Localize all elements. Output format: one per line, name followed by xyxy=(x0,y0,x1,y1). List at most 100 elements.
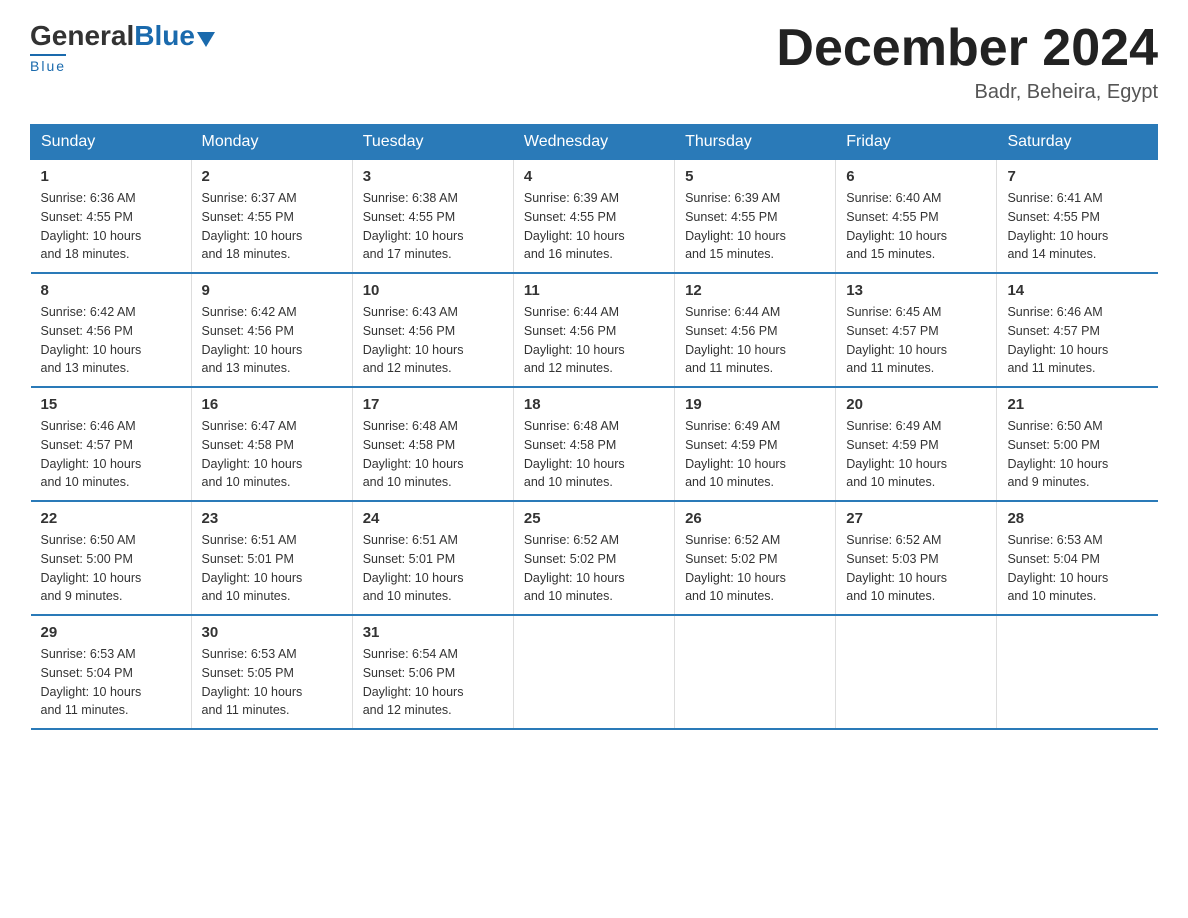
calendar-cell: 25 Sunrise: 6:52 AM Sunset: 5:02 PM Dayl… xyxy=(513,501,674,615)
day-info: Sunrise: 6:43 AM Sunset: 4:56 PM Dayligh… xyxy=(363,303,503,378)
day-number: 11 xyxy=(524,282,664,299)
calendar-cell: 13 Sunrise: 6:45 AM Sunset: 4:57 PM Dayl… xyxy=(836,273,997,387)
calendar-cell: 21 Sunrise: 6:50 AM Sunset: 5:00 PM Dayl… xyxy=(997,387,1158,501)
day-number: 19 xyxy=(685,396,825,413)
header-thursday: Thursday xyxy=(675,125,836,160)
day-number: 21 xyxy=(1007,396,1147,413)
day-number: 24 xyxy=(363,510,503,527)
header-tuesday: Tuesday xyxy=(352,125,513,160)
day-number: 25 xyxy=(524,510,664,527)
calendar-cell: 11 Sunrise: 6:44 AM Sunset: 4:56 PM Dayl… xyxy=(513,273,674,387)
day-number: 31 xyxy=(363,624,503,641)
day-info: Sunrise: 6:38 AM Sunset: 4:55 PM Dayligh… xyxy=(363,189,503,264)
day-info: Sunrise: 6:52 AM Sunset: 5:02 PM Dayligh… xyxy=(524,531,664,606)
calendar-cell: 6 Sunrise: 6:40 AM Sunset: 4:55 PM Dayli… xyxy=(836,160,997,274)
calendar-cell: 23 Sunrise: 6:51 AM Sunset: 5:01 PM Dayl… xyxy=(191,501,352,615)
day-info: Sunrise: 6:50 AM Sunset: 5:00 PM Dayligh… xyxy=(41,531,181,606)
day-number: 2 xyxy=(202,168,342,185)
day-number: 3 xyxy=(363,168,503,185)
calendar-cell: 1 Sunrise: 6:36 AM Sunset: 4:55 PM Dayli… xyxy=(31,160,192,274)
calendar-cell xyxy=(513,615,674,729)
day-info: Sunrise: 6:50 AM Sunset: 5:00 PM Dayligh… xyxy=(1007,417,1147,492)
day-number: 27 xyxy=(846,510,986,527)
day-info: Sunrise: 6:42 AM Sunset: 4:56 PM Dayligh… xyxy=(202,303,342,378)
header-sunday: Sunday xyxy=(31,125,192,160)
calendar-cell: 3 Sunrise: 6:38 AM Sunset: 4:55 PM Dayli… xyxy=(352,160,513,274)
day-info: Sunrise: 6:53 AM Sunset: 5:04 PM Dayligh… xyxy=(41,645,181,720)
calendar-cell: 22 Sunrise: 6:50 AM Sunset: 5:00 PM Dayl… xyxy=(31,501,192,615)
day-number: 12 xyxy=(685,282,825,299)
calendar-cell: 10 Sunrise: 6:43 AM Sunset: 4:56 PM Dayl… xyxy=(352,273,513,387)
calendar-cell: 17 Sunrise: 6:48 AM Sunset: 4:58 PM Dayl… xyxy=(352,387,513,501)
calendar-cell: 18 Sunrise: 6:48 AM Sunset: 4:58 PM Dayl… xyxy=(513,387,674,501)
calendar-cell: 8 Sunrise: 6:42 AM Sunset: 4:56 PM Dayli… xyxy=(31,273,192,387)
calendar-cell: 14 Sunrise: 6:46 AM Sunset: 4:57 PM Dayl… xyxy=(997,273,1158,387)
day-number: 6 xyxy=(846,168,986,185)
calendar-cell: 9 Sunrise: 6:42 AM Sunset: 4:56 PM Dayli… xyxy=(191,273,352,387)
day-info: Sunrise: 6:39 AM Sunset: 4:55 PM Dayligh… xyxy=(685,189,825,264)
calendar-cell: 16 Sunrise: 6:47 AM Sunset: 4:58 PM Dayl… xyxy=(191,387,352,501)
day-info: Sunrise: 6:52 AM Sunset: 5:02 PM Dayligh… xyxy=(685,531,825,606)
day-number: 16 xyxy=(202,396,342,413)
calendar-cell: 20 Sunrise: 6:49 AM Sunset: 4:59 PM Dayl… xyxy=(836,387,997,501)
header-wednesday: Wednesday xyxy=(513,125,674,160)
day-info: Sunrise: 6:44 AM Sunset: 4:56 PM Dayligh… xyxy=(524,303,664,378)
day-info: Sunrise: 6:51 AM Sunset: 5:01 PM Dayligh… xyxy=(363,531,503,606)
day-number: 14 xyxy=(1007,282,1147,299)
day-number: 15 xyxy=(41,396,181,413)
day-number: 10 xyxy=(363,282,503,299)
calendar-cell xyxy=(836,615,997,729)
calendar-cell: 30 Sunrise: 6:53 AM Sunset: 5:05 PM Dayl… xyxy=(191,615,352,729)
calendar-cell: 12 Sunrise: 6:44 AM Sunset: 4:56 PM Dayl… xyxy=(675,273,836,387)
day-number: 18 xyxy=(524,396,664,413)
day-number: 17 xyxy=(363,396,503,413)
day-info: Sunrise: 6:37 AM Sunset: 4:55 PM Dayligh… xyxy=(202,189,342,264)
day-number: 28 xyxy=(1007,510,1147,527)
calendar-cell: 27 Sunrise: 6:52 AM Sunset: 5:03 PM Dayl… xyxy=(836,501,997,615)
header-monday: Monday xyxy=(191,125,352,160)
month-title: December 2024 xyxy=(776,20,1158,77)
day-number: 13 xyxy=(846,282,986,299)
day-number: 7 xyxy=(1007,168,1147,185)
day-number: 8 xyxy=(41,282,181,299)
day-number: 22 xyxy=(41,510,181,527)
logo-blue-text: Blue xyxy=(134,20,195,52)
day-info: Sunrise: 6:53 AM Sunset: 5:04 PM Dayligh… xyxy=(1007,531,1147,606)
week-row-3: 15 Sunrise: 6:46 AM Sunset: 4:57 PM Dayl… xyxy=(31,387,1158,501)
calendar-cell: 7 Sunrise: 6:41 AM Sunset: 4:55 PM Dayli… xyxy=(997,160,1158,274)
title-area: December 2024 Badr, Beheira, Egypt xyxy=(776,20,1158,104)
page-header: General Blue Blue December 2024 Badr, Be… xyxy=(30,20,1158,104)
day-info: Sunrise: 6:41 AM Sunset: 4:55 PM Dayligh… xyxy=(1007,189,1147,264)
day-number: 30 xyxy=(202,624,342,641)
calendar-cell: 19 Sunrise: 6:49 AM Sunset: 4:59 PM Dayl… xyxy=(675,387,836,501)
day-number: 4 xyxy=(524,168,664,185)
day-number: 20 xyxy=(846,396,986,413)
day-info: Sunrise: 6:48 AM Sunset: 4:58 PM Dayligh… xyxy=(363,417,503,492)
day-info: Sunrise: 6:53 AM Sunset: 5:05 PM Dayligh… xyxy=(202,645,342,720)
calendar-cell: 4 Sunrise: 6:39 AM Sunset: 4:55 PM Dayli… xyxy=(513,160,674,274)
day-info: Sunrise: 6:49 AM Sunset: 4:59 PM Dayligh… xyxy=(685,417,825,492)
day-info: Sunrise: 6:52 AM Sunset: 5:03 PM Dayligh… xyxy=(846,531,986,606)
week-row-2: 8 Sunrise: 6:42 AM Sunset: 4:56 PM Dayli… xyxy=(31,273,1158,387)
day-info: Sunrise: 6:40 AM Sunset: 4:55 PM Dayligh… xyxy=(846,189,986,264)
calendar-header-row: SundayMondayTuesdayWednesdayThursdayFrid… xyxy=(31,125,1158,160)
day-info: Sunrise: 6:47 AM Sunset: 4:58 PM Dayligh… xyxy=(202,417,342,492)
day-number: 5 xyxy=(685,168,825,185)
calendar-cell: 26 Sunrise: 6:52 AM Sunset: 5:02 PM Dayl… xyxy=(675,501,836,615)
calendar-cell xyxy=(675,615,836,729)
logo-underline: Blue xyxy=(30,58,66,74)
day-info: Sunrise: 6:45 AM Sunset: 4:57 PM Dayligh… xyxy=(846,303,986,378)
day-info: Sunrise: 6:44 AM Sunset: 4:56 PM Dayligh… xyxy=(685,303,825,378)
week-row-5: 29 Sunrise: 6:53 AM Sunset: 5:04 PM Dayl… xyxy=(31,615,1158,729)
logo-text: General Blue xyxy=(30,20,215,52)
day-number: 26 xyxy=(685,510,825,527)
day-info: Sunrise: 6:49 AM Sunset: 4:59 PM Dayligh… xyxy=(846,417,986,492)
day-info: Sunrise: 6:51 AM Sunset: 5:01 PM Dayligh… xyxy=(202,531,342,606)
calendar-cell: 31 Sunrise: 6:54 AM Sunset: 5:06 PM Dayl… xyxy=(352,615,513,729)
calendar-cell: 28 Sunrise: 6:53 AM Sunset: 5:04 PM Dayl… xyxy=(997,501,1158,615)
week-row-1: 1 Sunrise: 6:36 AM Sunset: 4:55 PM Dayli… xyxy=(31,160,1158,274)
day-number: 23 xyxy=(202,510,342,527)
day-info: Sunrise: 6:36 AM Sunset: 4:55 PM Dayligh… xyxy=(41,189,181,264)
header-friday: Friday xyxy=(836,125,997,160)
day-number: 1 xyxy=(41,168,181,185)
